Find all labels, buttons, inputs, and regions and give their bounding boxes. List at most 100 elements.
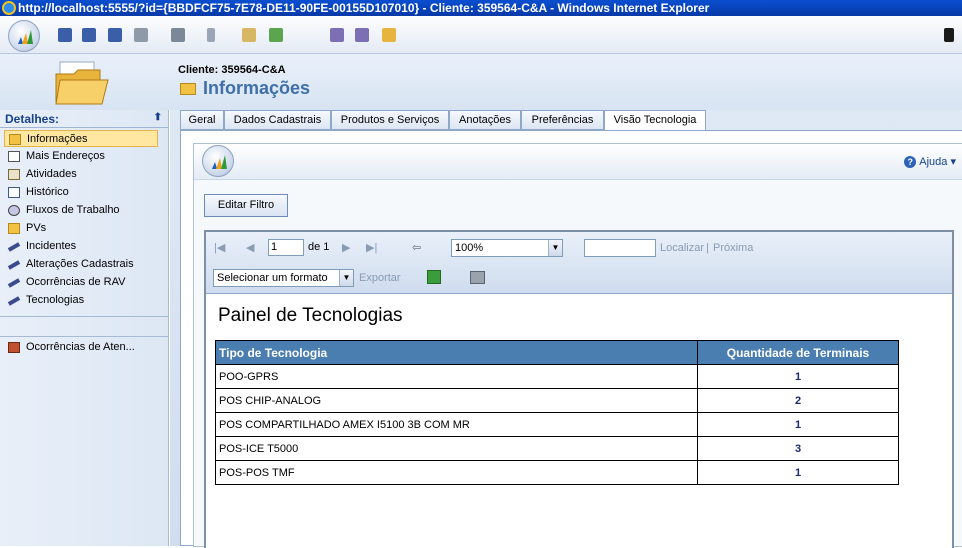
sidebar-item-informacoes[interactable]: Informações (4, 130, 158, 147)
technology-cell: POS COMPARTILHADO AMEX I5100 3B COM MR (215, 412, 698, 437)
save-new-icon[interactable] (108, 28, 122, 42)
sidebar-item-label: Mais Endereços (26, 150, 105, 162)
report-title: Painel de Tecnologias (218, 305, 403, 326)
sidebar-item-incidentes[interactable]: Incidentes (4, 238, 158, 255)
tab-dados-cadastrais[interactable]: Dados Cadastrais (224, 110, 331, 130)
address-icon (8, 151, 20, 162)
crm-toolbar (0, 16, 962, 54)
sidebar-item-label: Tecnologias (26, 294, 85, 306)
sidebar: Detalhes: ⬆ Informações Mais Endereços A… (0, 110, 169, 546)
page-title: Informações (203, 78, 311, 98)
table-row: POS CHIP-ANALOG 2 (215, 388, 899, 413)
sidebar-header: Detalhes: ⬆ (0, 110, 168, 128)
client-name: Cliente: 359564-C&A (178, 64, 286, 76)
attach-icon[interactable] (207, 28, 215, 42)
first-page-icon[interactable]: |◀ (214, 241, 225, 254)
workflow-run-icon[interactable] (330, 28, 344, 42)
print-icon[interactable] (134, 28, 148, 42)
find-text-input[interactable] (584, 239, 656, 257)
window-title-bar: http://localhost:5555/?id={BBDFCF75-7E78… (0, 0, 962, 16)
sidebar-item-label: Fluxos de Trabalho (26, 204, 120, 216)
folder-icon (55, 61, 109, 105)
find-separator: | (706, 242, 709, 254)
workflow-icon (8, 205, 20, 216)
help-menu[interactable]: ? Ajuda ▾ (904, 155, 956, 168)
sidebar-item-atividades[interactable]: Atividades (4, 166, 158, 183)
crm-logo-icon (202, 145, 234, 177)
pen-icon (7, 242, 21, 252)
sidebar-item-label: Incidentes (26, 240, 77, 252)
help-icon: ? (904, 156, 917, 168)
sidebar-item-fluxos-de-trabalho[interactable]: Fluxos de Trabalho (4, 202, 158, 219)
tab-geral[interactable]: Geral (180, 110, 224, 130)
tab-produtos-e-servicos[interactable]: Produtos e Serviços (331, 110, 449, 130)
close-icon[interactable] (944, 28, 954, 42)
iframe-panel: ? Ajuda ▾ Editar Filtro |◀ ◀ 1 de 1 ▶ ▶| … (193, 143, 962, 548)
chevron-down-icon: ▼ (548, 240, 562, 256)
print-icon[interactable] (470, 271, 485, 284)
page-number-input[interactable]: 1 (268, 239, 304, 256)
panel-header: ? Ajuda ▾ (194, 144, 962, 180)
tab-panel: ? Ajuda ▾ Editar Filtro |◀ ◀ 1 de 1 ▶ ▶| … (180, 130, 962, 548)
collapse-icon[interactable]: ⬆ (154, 112, 162, 123)
export-link[interactable]: Exportar (359, 272, 401, 284)
last-page-icon[interactable]: ▶| (366, 241, 377, 254)
report-viewer: |◀ ◀ 1 de 1 ▶ ▶| ⇦ 100% ▼ Localizar | Pr… (204, 230, 954, 548)
refresh-icon[interactable] (427, 270, 441, 284)
tab-visao-tecnologia[interactable]: Visão Tecnologia (604, 110, 706, 131)
sidebar-item-label: Informações (27, 133, 88, 145)
previous-page-icon[interactable]: ◀ (246, 241, 254, 254)
sidebar-item-pvs[interactable]: PVs (4, 220, 158, 237)
terminal-count-cell: 3 (697, 436, 899, 461)
chevron-down-icon: ▼ (339, 270, 353, 286)
technology-cell: POS CHIP-ANALOG (215, 388, 698, 413)
sidebar-item-mais-enderecos[interactable]: Mais Endereços (4, 148, 158, 165)
pen-icon (7, 260, 21, 270)
table-row: POS COMPARTILHADO AMEX I5100 3B COM MR 1 (215, 412, 899, 437)
sidebar-item-ocorrencias-de-atendimento[interactable]: Ocorrências de Aten... (4, 339, 158, 356)
folder-icon (180, 83, 196, 95)
table-row: POO-GPRS 1 (215, 364, 899, 389)
table-row: POS-POS TMF 1 (215, 460, 899, 485)
sidebar-divider (0, 336, 168, 337)
back-icon[interactable]: ⇦ (412, 241, 421, 254)
sidebar-item-alteracoes-cadastrais[interactable]: Alterações Cadastrais (4, 256, 158, 273)
save-icon[interactable] (58, 28, 72, 42)
history-icon (8, 187, 20, 198)
technology-cell: POS-POS TMF (215, 460, 698, 485)
export-format-select[interactable]: Selecionar um formato ▼ (213, 269, 354, 287)
refresh-icon[interactable] (269, 28, 283, 42)
ie-icon (2, 1, 16, 15)
column-header-count: Quantidade de Terminais (697, 340, 899, 365)
note-icon[interactable] (242, 28, 256, 42)
briefcase-icon (8, 342, 20, 353)
sidebar-divider (0, 316, 168, 317)
help-label: Ajuda (919, 156, 948, 168)
crm-logo-icon[interactable] (8, 20, 40, 52)
sidebar-item-label: Atividades (26, 168, 77, 180)
actions-icon[interactable] (382, 28, 396, 42)
sidebar-item-historico[interactable]: Histórico (4, 184, 158, 201)
report-body: Painel de Tecnologias Tipo de Tecnologia… (206, 295, 952, 548)
assign-icon[interactable] (171, 28, 185, 42)
tab-preferencias[interactable]: Preferências (521, 110, 604, 130)
sidebar-item-tecnologias[interactable]: Tecnologias (4, 292, 158, 309)
pen-icon (7, 296, 21, 306)
sidebar-item-label: Alterações Cadastrais (26, 258, 134, 270)
save-close-icon[interactable] (82, 28, 96, 42)
sidebar-item-ocorrencias-de-rav[interactable]: Ocorrências de RAV (4, 274, 158, 291)
next-page-icon[interactable]: ▶ (342, 241, 350, 254)
record-header: Cliente: 359564-C&A Informações (0, 54, 962, 110)
sidebar-item-label: PVs (26, 222, 47, 234)
report-icon[interactable] (355, 28, 369, 42)
next-link[interactable]: Próxima (713, 242, 753, 254)
folder-icon (9, 134, 21, 145)
tab-anotacoes[interactable]: Anotações (449, 110, 521, 130)
find-link[interactable]: Localizar (660, 242, 704, 254)
window-title: http://localhost:5555/?id={BBDFCF75-7E78… (18, 1, 710, 15)
report-toolbar: |◀ ◀ 1 de 1 ▶ ▶| ⇦ 100% ▼ Localizar | Pr… (206, 232, 952, 294)
edit-filter-button[interactable]: Editar Filtro (204, 194, 288, 217)
column-header-type: Tipo de Tecnologia (215, 340, 698, 365)
sidebar-item-label: Ocorrências de Aten... (26, 341, 135, 353)
zoom-select[interactable]: 100% ▼ (451, 239, 563, 257)
